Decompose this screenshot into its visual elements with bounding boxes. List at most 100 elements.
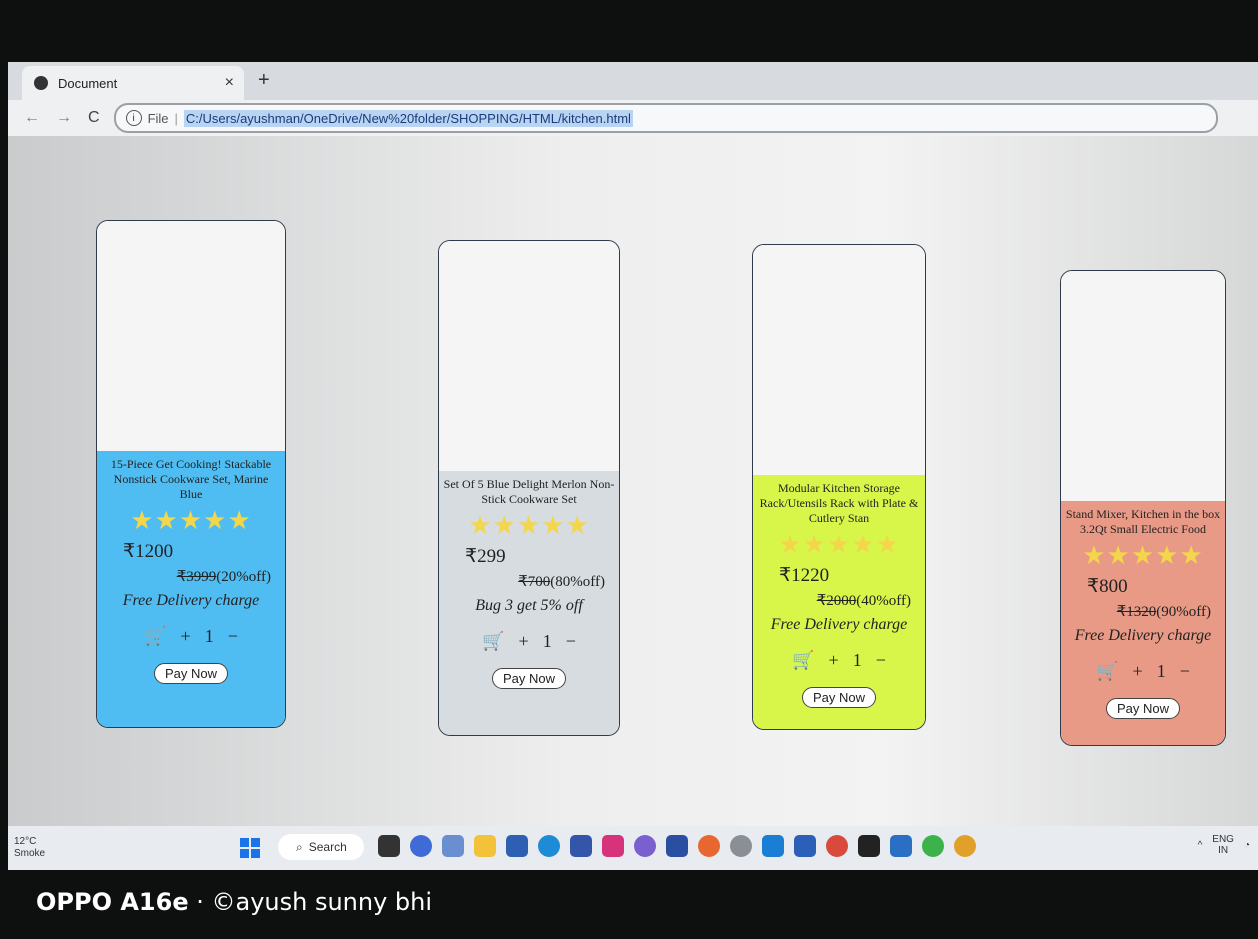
decrement-button[interactable]: − bbox=[566, 631, 576, 652]
pay-now-button[interactable]: Pay Now bbox=[153, 663, 229, 684]
address-separator: | bbox=[174, 110, 178, 126]
rating-stars: ★★★★★ bbox=[101, 506, 281, 536]
decrement-button[interactable]: − bbox=[876, 650, 886, 671]
product-name: Stand Mixer, Kitchen in the box 3.2Qt Sm… bbox=[1065, 507, 1221, 536]
quantity-controls: 🛒 + 1 − bbox=[443, 631, 615, 652]
pay-now-button[interactable]: Pay Now bbox=[801, 687, 877, 708]
watermark-credit: · ©ayush sunny bhi bbox=[188, 888, 433, 916]
tray-region-label: IN bbox=[1218, 845, 1229, 856]
cart-icon[interactable]: 🛒 bbox=[792, 650, 814, 671]
quantity-value: 1 bbox=[542, 631, 552, 651]
search-label: Search bbox=[308, 840, 347, 854]
product-mrp-row: ₹2000(40%off) bbox=[757, 591, 921, 610]
search-icon: ⌕ bbox=[296, 839, 303, 854]
increment-button[interactable]: + bbox=[1133, 661, 1143, 682]
chat-icon[interactable] bbox=[410, 835, 432, 857]
whatsapp-icon[interactable] bbox=[922, 835, 944, 857]
settings-icon[interactable] bbox=[730, 835, 752, 857]
offer-text: Free Delivery charge bbox=[1074, 627, 1212, 644]
app-icon[interactable] bbox=[890, 835, 912, 857]
product-card: 15-Piece Get Cooking! Stackable Nonstick… bbox=[96, 220, 286, 728]
monitor-screen: Document × + ← → C i File | C:/Users/ayu… bbox=[8, 62, 1258, 870]
taskbar-search[interactable]: ⌕ Search bbox=[278, 834, 364, 860]
vscode-icon[interactable] bbox=[762, 835, 784, 857]
wifi-icon[interactable]: ◔ bbox=[1244, 840, 1250, 851]
pay-now-button[interactable]: Pay Now bbox=[491, 668, 567, 689]
offer-text: Free Delivery charge bbox=[770, 616, 908, 633]
start-button[interactable] bbox=[240, 838, 260, 858]
product-name: Set Of 5 Blue Delight Merlon Non-Stick C… bbox=[443, 477, 615, 506]
cart-icon[interactable]: 🛒 bbox=[1096, 661, 1118, 682]
cart-icon[interactable]: 🛒 bbox=[144, 626, 166, 647]
address-bar[interactable]: i File | C:/Users/ayushman/OneDrive/New%… bbox=[113, 103, 1218, 133]
weather-widget[interactable]: 12°C Smoke bbox=[14, 836, 45, 860]
word-icon[interactable] bbox=[794, 835, 816, 857]
product-mrp-row: ₹1320(90%off) bbox=[1065, 602, 1221, 621]
camera-watermark: OPPO A16e · ©ayush sunny bhi bbox=[36, 888, 432, 916]
original-price: ₹2000 bbox=[816, 593, 857, 609]
weather-condition: Smoke bbox=[14, 848, 46, 859]
quantity-controls: 🛒 + 1 − bbox=[757, 650, 921, 671]
app-icon[interactable] bbox=[666, 835, 688, 857]
address-bar-row: ← → C i File | C:/Users/ayushman/OneDriv… bbox=[8, 100, 1258, 136]
chrome-icon[interactable] bbox=[826, 835, 848, 857]
widgets-icon[interactable] bbox=[442, 835, 464, 857]
taskbar-apps bbox=[378, 835, 976, 857]
original-price: ₹700 bbox=[518, 574, 551, 590]
cart-icon[interactable]: 🛒 bbox=[482, 631, 504, 652]
product-price: ₹299 bbox=[465, 546, 506, 567]
new-tab-button[interactable]: + bbox=[258, 69, 270, 92]
app-icon[interactable] bbox=[570, 835, 592, 857]
firefox-icon[interactable] bbox=[698, 835, 720, 857]
product-mrp-row: ₹3999(20%off) bbox=[101, 567, 281, 586]
forward-button[interactable]: → bbox=[56, 109, 72, 127]
instagram-icon[interactable] bbox=[602, 835, 624, 857]
decrement-button[interactable]: − bbox=[228, 626, 238, 647]
store-icon[interactable] bbox=[506, 835, 528, 857]
quantity-controls: 🛒 + 1 − bbox=[101, 626, 281, 647]
tray-lang-label: ENG bbox=[1212, 834, 1234, 845]
watermark-device: OPPO A16e bbox=[36, 888, 189, 916]
globe-icon bbox=[34, 76, 48, 90]
quantity-value: 1 bbox=[852, 650, 862, 670]
notion-icon[interactable] bbox=[858, 835, 880, 857]
quantity-value: 1 bbox=[204, 626, 214, 646]
task-view-icon[interactable] bbox=[378, 835, 400, 857]
original-price: ₹1320 bbox=[1116, 604, 1157, 620]
tab-title: Document bbox=[58, 75, 118, 91]
product-image bbox=[753, 245, 925, 475]
product-price: ₹800 bbox=[1087, 576, 1128, 597]
product-image bbox=[97, 221, 285, 451]
product-image bbox=[439, 241, 619, 471]
quantity-controls: 🛒 + 1 − bbox=[1065, 661, 1221, 682]
decrement-button[interactable]: − bbox=[1180, 661, 1190, 682]
info-icon[interactable]: i bbox=[125, 110, 142, 126]
system-tray: ^ ENG IN ◔ bbox=[1198, 834, 1250, 856]
tray-lang[interactable]: ENG IN bbox=[1212, 834, 1234, 856]
back-button[interactable]: ← bbox=[24, 109, 40, 127]
chrome-icon[interactable] bbox=[954, 835, 976, 857]
original-price: ₹3999 bbox=[176, 569, 217, 585]
tab-document[interactable]: Document × bbox=[22, 66, 244, 100]
product-name: 15-Piece Get Cooking! Stackable Nonstick… bbox=[110, 457, 272, 501]
offer-text: Free Delivery charge bbox=[122, 592, 260, 609]
product-image bbox=[1061, 271, 1225, 501]
reload-button[interactable]: C bbox=[88, 109, 100, 127]
product-mrp-row: ₹700(80%off) bbox=[443, 572, 615, 591]
product-name: Modular Kitchen Storage Rack/Utensils Ra… bbox=[759, 481, 919, 525]
increment-button[interactable]: + bbox=[181, 626, 191, 647]
product-card: Stand Mixer, Kitchen in the box 3.2Qt Sm… bbox=[1060, 270, 1226, 746]
tab-close-button[interactable]: × bbox=[225, 74, 234, 92]
file-explorer-icon[interactable] bbox=[474, 835, 496, 857]
increment-button[interactable]: + bbox=[519, 631, 529, 652]
edge-icon[interactable] bbox=[538, 835, 560, 857]
pay-now-button[interactable]: Pay Now bbox=[1105, 698, 1181, 719]
app-icon[interactable] bbox=[634, 835, 656, 857]
increment-button[interactable]: + bbox=[829, 650, 839, 671]
browser-tab-bar: Document × + bbox=[8, 62, 1258, 100]
offer-text: Bug 3 get 5% off bbox=[475, 597, 583, 614]
product-price: ₹1220 bbox=[779, 565, 830, 586]
url-text[interactable]: C:/Users/ayushman/OneDrive/New%20folder/… bbox=[183, 109, 633, 127]
taskbar: 12°C Smoke ⌕ Search ^ ENG IN ◔ bbox=[8, 826, 1258, 870]
chevron-up-icon[interactable]: ^ bbox=[1198, 840, 1203, 851]
